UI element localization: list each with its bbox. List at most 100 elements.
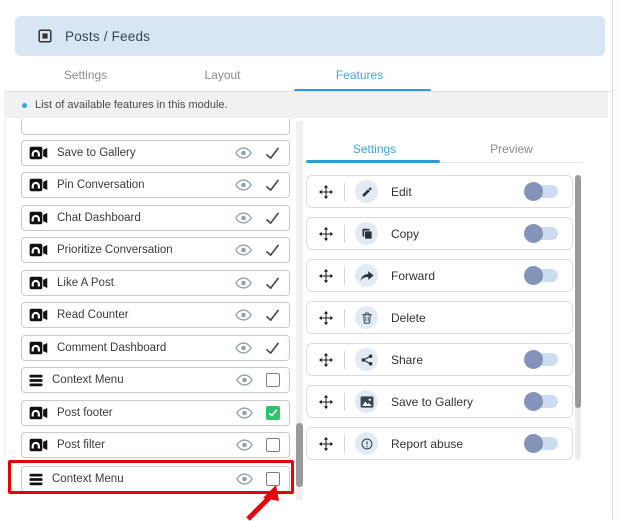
tab-layout[interactable]: Layout: [154, 58, 291, 91]
feature-label: Chat Dashboard: [57, 212, 141, 224]
copy-icon: [355, 222, 378, 245]
toggle-report-abuse[interactable]: [524, 434, 558, 453]
drag-handle-icon[interactable]: [319, 437, 333, 451]
checkbox-unchecked[interactable]: [266, 438, 280, 452]
checkbox-checked-green[interactable]: [266, 406, 280, 420]
tab-settings[interactable]: Settings: [17, 58, 154, 91]
action-label: Report abuse: [391, 436, 464, 451]
action-row-copy[interactable]: Copy: [306, 217, 573, 250]
feature-item-post-filter[interactable]: Post filter: [21, 432, 290, 458]
trash-icon: [355, 306, 378, 329]
forward-icon: [355, 264, 378, 287]
feature-item-context-menu-1[interactable]: Context Menu: [21, 367, 290, 393]
toggle-copy[interactable]: [524, 224, 558, 243]
video-camera-icon: [29, 276, 48, 290]
feature-item-like-a-post[interactable]: Like A Post: [21, 270, 290, 296]
video-camera-icon: [29, 406, 48, 420]
feature-item-read-counter[interactable]: Read Counter: [21, 302, 290, 328]
detail-tab-settings[interactable]: Settings: [306, 135, 443, 162]
toggle-edit[interactable]: [524, 182, 558, 201]
feature-label: Post footer: [57, 407, 113, 419]
report-abuse-icon: [355, 432, 378, 455]
action-row-save-to-gallery[interactable]: Save to Gallery: [306, 385, 573, 418]
eye-icon[interactable]: [236, 374, 253, 386]
action-row-forward[interactable]: Forward: [306, 259, 573, 292]
module-icon: [38, 29, 52, 43]
checkmark-icon[interactable]: [265, 309, 280, 322]
feature-item-save-to-gallery[interactable]: Save to Gallery: [21, 140, 290, 166]
eye-icon[interactable]: [235, 147, 252, 159]
eye-icon[interactable]: [236, 439, 253, 451]
feature-item-comment-dashboard[interactable]: Comment Dashboard: [21, 335, 290, 361]
drag-handle-icon[interactable]: [319, 311, 333, 325]
eye-icon[interactable]: [235, 342, 252, 354]
video-camera-icon: [29, 341, 48, 355]
checkmark-icon[interactable]: [265, 147, 280, 160]
detail-tab-bar: Settings Preview: [306, 135, 581, 162]
checkmark-icon[interactable]: [265, 212, 280, 225]
feature-item-pin-conversation[interactable]: Pin Conversation: [21, 172, 290, 198]
info-bar: List of available features in this modul…: [4, 92, 608, 118]
checkmark-icon[interactable]: [265, 179, 280, 192]
toggle-share[interactable]: [524, 350, 558, 369]
info-text: List of available features in this modul…: [35, 99, 228, 111]
detail-scrollbar-thumb[interactable]: [575, 175, 581, 408]
feature-item-partial[interactable]: [21, 119, 290, 135]
tab-features[interactable]: Features: [291, 58, 431, 92]
action-row-share[interactable]: Share: [306, 343, 573, 376]
feature-label: Save to Gallery: [57, 147, 136, 159]
toggle-knob: [524, 266, 543, 285]
feature-label: Pin Conversation: [57, 179, 145, 191]
feature-label: Context Menu: [52, 374, 124, 386]
row-divider: [344, 308, 345, 327]
feature-label: Post filter: [57, 439, 105, 451]
checkmark-icon[interactable]: [265, 244, 280, 257]
eye-icon[interactable]: [235, 277, 252, 289]
video-camera-icon: [29, 438, 48, 452]
action-label: Save to Gallery: [391, 394, 474, 409]
menu-icon: [29, 473, 43, 486]
container-left-border: [4, 118, 5, 458]
feature-item-post-footer[interactable]: Post footer: [21, 400, 290, 426]
feature-item-context-menu-2[interactable]: Context Menu: [21, 466, 290, 492]
drag-handle-icon[interactable]: [319, 185, 333, 199]
detail-tab-preview[interactable]: Preview: [443, 135, 580, 162]
checkbox-unchecked[interactable]: [266, 472, 280, 486]
eye-icon[interactable]: [235, 212, 252, 224]
row-divider: [344, 266, 345, 285]
action-label: Delete: [391, 310, 426, 325]
eye-icon[interactable]: [235, 244, 252, 256]
drag-handle-icon[interactable]: [319, 353, 333, 367]
action-label: Share: [391, 352, 424, 367]
row-divider: [344, 224, 345, 243]
drag-handle-icon[interactable]: [319, 269, 333, 283]
action-row-edit[interactable]: Edit: [306, 175, 573, 208]
toggle-knob: [524, 434, 543, 453]
toggle-save-to-gallery[interactable]: [524, 392, 558, 411]
action-row-delete[interactable]: Delete: [306, 301, 573, 334]
eye-icon[interactable]: [236, 407, 253, 419]
check-icon: [268, 409, 278, 417]
checkmark-icon[interactable]: [265, 342, 280, 355]
toggle-knob: [524, 350, 543, 369]
video-camera-icon: [29, 178, 48, 192]
checkbox-unchecked[interactable]: [266, 373, 280, 387]
toggle-forward[interactable]: [524, 266, 558, 285]
feature-item-chat-dashboard[interactable]: Chat Dashboard: [21, 205, 290, 231]
bullet-icon: [22, 102, 27, 108]
detail-tab-active-underline: [306, 160, 440, 163]
page-scrollbar-border[interactable]: [612, 0, 613, 519]
drag-handle-icon[interactable]: [319, 395, 333, 409]
feature-label: Comment Dashboard: [57, 342, 167, 354]
checkmark-icon[interactable]: [265, 277, 280, 290]
eye-icon[interactable]: [235, 179, 252, 191]
feature-item-prioritize-conversation[interactable]: Prioritize Conversation: [21, 237, 290, 263]
pencil-icon: [355, 180, 378, 203]
eye-icon[interactable]: [235, 309, 252, 321]
toggle-knob: [524, 224, 543, 243]
action-row-report-abuse[interactable]: Report abuse: [306, 427, 573, 460]
drag-handle-icon[interactable]: [319, 227, 333, 241]
feature-label: Context Menu: [52, 473, 124, 485]
feature-list-scrollbar-thumb[interactable]: [296, 423, 303, 487]
eye-icon[interactable]: [236, 473, 253, 485]
